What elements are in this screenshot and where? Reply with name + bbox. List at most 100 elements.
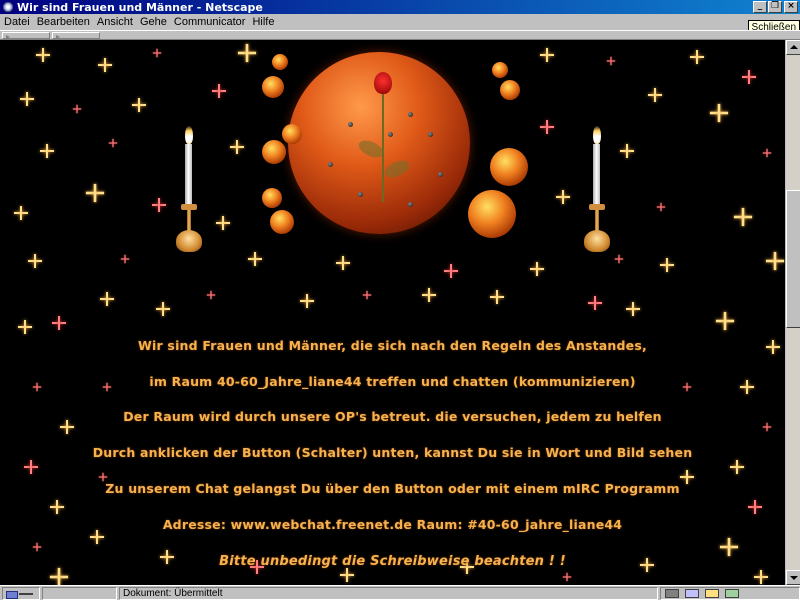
star-decoration xyxy=(230,140,244,154)
bubble xyxy=(272,54,288,70)
candle-wax xyxy=(593,144,600,206)
star-decoration xyxy=(754,570,768,584)
star-decoration xyxy=(32,542,42,552)
candle-wax xyxy=(185,144,192,206)
navigator-icon[interactable] xyxy=(665,588,679,598)
candle-pole xyxy=(187,210,191,232)
menu-bar: Datei Bearbeiten Ansicht Gehe Communicat… xyxy=(0,14,800,30)
star-decoration xyxy=(556,190,570,204)
composer-icon[interactable] xyxy=(725,588,739,598)
bubble xyxy=(262,140,286,164)
star-decoration xyxy=(626,302,640,316)
star-decoration xyxy=(206,290,216,300)
star-decoration xyxy=(152,198,166,212)
star-decoration xyxy=(730,460,744,474)
scroll-up-button[interactable] xyxy=(786,40,800,55)
bubble xyxy=(492,62,508,78)
star-decoration xyxy=(50,500,64,514)
candle-flame xyxy=(185,126,193,144)
star-decoration xyxy=(748,500,762,514)
candle-flame xyxy=(593,126,601,144)
star-decoration xyxy=(90,530,104,544)
star-decoration xyxy=(36,48,50,62)
restore-button[interactable]: ❐ xyxy=(768,1,782,13)
star-decoration xyxy=(620,144,634,158)
toolbar-grip-navigation[interactable] xyxy=(2,32,50,39)
star-decoration xyxy=(422,288,436,302)
bubble xyxy=(262,76,284,98)
globe-dot xyxy=(328,162,333,167)
status-bar: Dokument: Übermittelt xyxy=(0,585,800,600)
status-text: Dokument: Übermittelt xyxy=(119,586,658,600)
candle-pole xyxy=(595,210,599,232)
candle-base xyxy=(584,230,610,252)
menu-communicator[interactable]: Communicator xyxy=(174,16,246,28)
star-decoration xyxy=(530,262,544,276)
star-decoration xyxy=(614,254,624,264)
news-icon[interactable] xyxy=(705,588,719,598)
menu-datei[interactable]: Datei xyxy=(4,16,30,28)
menu-hilfe[interactable]: Hilfe xyxy=(252,16,274,28)
star-decoration xyxy=(762,422,772,432)
rose-globe-image xyxy=(288,52,470,234)
progress-panel xyxy=(42,586,117,600)
page-content: Wir sind Frauen und Männer, die sich nac… xyxy=(0,40,785,585)
globe-dot xyxy=(428,132,433,137)
star-decoration xyxy=(18,320,32,334)
star-decoration xyxy=(336,256,350,270)
star-decoration xyxy=(212,84,226,98)
star-decoration xyxy=(72,104,82,114)
intro-line-3: Der Raum wird durch unsere OP's betreut.… xyxy=(123,409,662,424)
globe-dot xyxy=(388,132,393,137)
star-decoration xyxy=(444,264,458,278)
star-decoration xyxy=(540,120,554,134)
star-decoration xyxy=(562,572,572,582)
scroll-thumb[interactable] xyxy=(786,190,800,328)
scroll-down-button[interactable] xyxy=(786,570,800,585)
minimize-button[interactable]: _ xyxy=(753,1,767,13)
bubble xyxy=(270,210,294,234)
star-decoration xyxy=(98,472,108,482)
vertical-scrollbar[interactable] xyxy=(785,40,800,585)
star-decoration xyxy=(40,144,54,158)
globe-dot xyxy=(408,202,413,207)
globe-dot xyxy=(348,122,353,127)
star-decoration xyxy=(108,138,118,148)
star-decoration xyxy=(152,48,162,58)
close-button[interactable]: × xyxy=(784,1,798,13)
star-decoration xyxy=(237,43,257,63)
toolbar-grip-location[interactable] xyxy=(52,32,100,39)
star-decoration xyxy=(28,254,42,268)
menu-bearbeiten[interactable]: Bearbeiten xyxy=(37,16,90,28)
star-decoration xyxy=(340,568,354,582)
star-decoration xyxy=(216,216,230,230)
window-title: Wir sind Frauen und Männer - Netscape xyxy=(17,0,263,14)
star-decoration xyxy=(248,252,262,266)
star-decoration xyxy=(715,311,735,331)
star-decoration xyxy=(588,296,602,310)
star-decoration xyxy=(540,48,554,62)
star-decoration xyxy=(762,148,772,158)
window-controls: _ ❐ × xyxy=(752,1,798,13)
rose-leaf xyxy=(382,157,412,181)
intro-line-4: Durch anklicken der Button (Schalter) un… xyxy=(92,445,693,460)
rose-stem xyxy=(382,92,384,202)
star-decoration xyxy=(85,183,105,203)
star-decoration xyxy=(606,56,616,66)
title-bar: Wir sind Frauen und Männer - Netscape _ … xyxy=(0,0,800,14)
star-decoration xyxy=(660,258,674,272)
menu-ansicht[interactable]: Ansicht xyxy=(97,16,133,28)
bubble xyxy=(468,190,516,238)
star-decoration xyxy=(132,98,146,112)
security-icon[interactable] xyxy=(2,586,40,600)
star-decoration xyxy=(690,50,704,64)
star-decoration xyxy=(733,207,753,227)
globe-dot xyxy=(408,112,413,117)
mail-icon[interactable] xyxy=(685,588,699,598)
star-decoration xyxy=(20,92,34,106)
star-decoration xyxy=(98,58,112,72)
bubble xyxy=(500,80,520,100)
candle-right-image xyxy=(584,126,610,261)
menu-gehe[interactable]: Gehe xyxy=(140,16,167,28)
star-decoration xyxy=(24,460,38,474)
